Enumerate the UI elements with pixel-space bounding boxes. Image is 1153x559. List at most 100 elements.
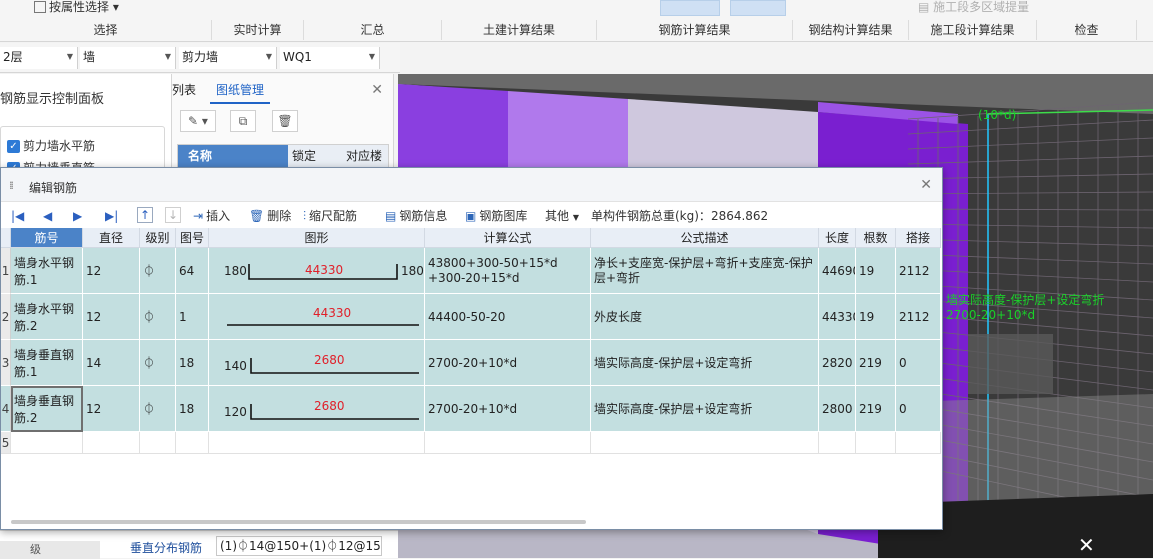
diameter-cell[interactable]: 12 <box>83 386 140 432</box>
table-row[interactable]: 2 墙身水平钢筋.2 12 ⏀ 1 44330 44400-50-20 外皮长度… <box>1 294 941 340</box>
shape-cell[interactable]: 180 44330 180 <box>209 248 425 294</box>
shape-cell[interactable]: 140 2680 <box>209 340 425 386</box>
diameter-cell[interactable]: 14 <box>83 340 140 386</box>
col-figure-no[interactable]: 图号 <box>176 228 209 248</box>
property-value-vertical-rebar[interactable]: (1)⏀14@150+(1)⏀12@150 <box>216 536 382 556</box>
count-cell[interactable] <box>856 432 896 454</box>
figure-no-cell[interactable]: 64 <box>176 248 209 294</box>
count-cell[interactable]: 19 <box>856 294 896 340</box>
table-row[interactable]: 3 墙身垂直钢筋.1 14 ⏀ 18 140 2680 2700-20+10*d… <box>1 340 941 386</box>
check-horizontal-rebar[interactable]: ✓ 剪力墙水平筋 <box>7 137 95 154</box>
move-up-icon[interactable]: ↑ <box>137 207 153 223</box>
delete-drawing-button[interactable]: 🗑 <box>272 110 298 132</box>
lap-cell[interactable] <box>896 432 941 454</box>
count-cell[interactable]: 19 <box>856 248 896 294</box>
shape-cell[interactable]: 120 2680 <box>209 386 425 432</box>
ribbon-highlight-button[interactable] <box>660 0 720 16</box>
figure-no-cell[interactable] <box>176 432 209 454</box>
close-icon[interactable]: ✕ <box>371 82 383 98</box>
delete-button[interactable]: 🗑 删除 <box>249 207 291 225</box>
other-menu-button[interactable]: 其他 ▼ <box>545 207 579 225</box>
formula-desc-cell[interactable]: 墙实际高度-保护层+设定弯折 <box>591 386 819 432</box>
bar-no-cell[interactable]: 墙身水平钢筋.2 <box>11 294 83 340</box>
col-formula[interactable]: 计算公式 <box>425 228 591 248</box>
formula-cell[interactable]: 43800+300-50+15*d +300-20+15*d <box>425 248 591 294</box>
length-cell[interactable]: 44330 <box>819 294 856 340</box>
col-diameter[interactable]: 直径(mm) <box>83 228 140 248</box>
count-cell[interactable]: 219 <box>856 386 896 432</box>
next-record-icon[interactable]: ▶ <box>73 207 82 225</box>
diameter-cell[interactable]: 12 <box>83 248 140 294</box>
rebar-library-button[interactable]: ▣ 钢筋图库 <box>465 207 527 225</box>
diameter-cell[interactable] <box>83 432 140 454</box>
formula-desc-cell[interactable] <box>591 432 819 454</box>
col-length[interactable]: 长度 <box>819 228 856 248</box>
shape-cell[interactable] <box>209 432 425 454</box>
horizontal-scrollbar[interactable] <box>11 520 586 524</box>
ribbon-highlight-button-2[interactable] <box>730 0 786 16</box>
formula-cell[interactable]: 44400-50-20 <box>425 294 591 340</box>
figure-no-cell[interactable]: 18 <box>176 340 209 386</box>
insert-button[interactable]: ⇥ 插入 <box>193 207 230 225</box>
tab-drawing-management[interactable]: 图纸管理 <box>210 78 271 104</box>
formula-desc-cell[interactable]: 墙实际高度-保护层+设定弯折 <box>591 340 819 386</box>
shape-cell[interactable]: 44330 <box>209 294 425 340</box>
first-record-icon[interactable]: |◀ <box>11 207 24 225</box>
figure-no-cell[interactable]: 18 <box>176 386 209 432</box>
diameter-cell[interactable]: 12 <box>83 294 140 340</box>
length-cell[interactable] <box>819 432 856 454</box>
copy-drawing-button[interactable]: ⧉ <box>230 110 256 132</box>
grade-cell[interactable]: ⏀ <box>140 340 176 386</box>
bar-no-cell[interactable]: 墙身垂直钢筋.1 <box>11 340 83 386</box>
col-bar-no[interactable]: 筋号 <box>11 228 83 248</box>
drag-handle-icon[interactable]: ⁞⁞ <box>9 179 14 192</box>
figure-no-cell[interactable]: 1 <box>176 294 209 340</box>
length-cell[interactable]: 2800 <box>819 386 856 432</box>
lap-cell[interactable]: 2112 <box>896 294 941 340</box>
col-shape[interactable]: 图形 <box>209 228 425 248</box>
bar-no-cell[interactable] <box>11 432 83 454</box>
formula-cell[interactable] <box>425 432 591 454</box>
grade-cell[interactable] <box>140 432 176 454</box>
col-lap[interactable]: 搭接 <box>896 228 941 248</box>
region-summary-button[interactable]: ▤ 施工段多区域提量 <box>918 0 1029 16</box>
lap-cell[interactable]: 0 <box>896 386 941 432</box>
bar-no-cell[interactable]: 墙身垂直钢筋.2 <box>11 386 83 432</box>
close-icon[interactable]: ✕ <box>920 177 932 193</box>
dialog-title-bar[interactable]: ⁞⁞ 编辑钢筋 ✕ <box>1 168 942 202</box>
col-formula-desc[interactable]: 公式描述 <box>591 228 819 248</box>
col-lock[interactable]: 锁定 <box>292 145 316 167</box>
table-row[interactable]: 4 墙身垂直钢筋.2 12 ⏀ 18 120 2680 2700-20+10*d… <box>1 386 941 432</box>
col-name[interactable]: 名称 <box>178 145 288 167</box>
grade-cell[interactable]: ⏀ <box>140 386 176 432</box>
component-select[interactable]: WQ1 ▼ <box>280 47 380 69</box>
floor-select[interactable]: 2层 ▼ <box>0 47 78 69</box>
type-select[interactable]: 剪力墙 ▼ <box>179 47 277 69</box>
col-count[interactable]: 根数 <box>856 228 896 248</box>
previous-record-icon[interactable]: ◀ <box>43 207 52 225</box>
formula-cell[interactable]: 2700-20+10*d <box>425 340 591 386</box>
category-select[interactable]: 墙 ▼ <box>80 47 176 69</box>
formula-desc-cell[interactable]: 外皮长度 <box>591 294 819 340</box>
table-row[interactable]: 1 墙身水平钢筋.1 12 ⏀ 64 180 44330 180 43800+3… <box>1 248 941 294</box>
formula-cell[interactable]: 2700-20+10*d <box>425 386 591 432</box>
lap-cell[interactable]: 2112 <box>896 248 941 294</box>
attr-select-button[interactable]: 按属性选择 ▾ <box>34 0 119 16</box>
last-record-icon[interactable]: ▶| <box>105 207 118 225</box>
bar-no-cell[interactable]: 墙身水平钢筋.1 <box>11 248 83 294</box>
rebar-info-button[interactable]: ▤ 钢筋信息 <box>385 207 447 225</box>
grade-cell[interactable]: ⏀ <box>140 294 176 340</box>
table-row-empty[interactable]: 5 <box>1 432 941 454</box>
grade-cell[interactable]: ⏀ <box>140 248 176 294</box>
col-grade[interactable]: 级别 <box>140 228 176 248</box>
scale-rebar-button[interactable]: ⫶ 缩尺配筋 <box>303 207 357 225</box>
count-cell[interactable]: 219 <box>856 340 896 386</box>
move-down-icon[interactable]: ↓ <box>165 207 181 223</box>
length-cell[interactable]: 2820 <box>819 340 856 386</box>
length-cell[interactable]: 44690 <box>819 248 856 294</box>
lap-cell[interactable]: 0 <box>896 340 941 386</box>
edit-drawing-button[interactable]: ✎ ▾ <box>180 110 216 132</box>
col-floor[interactable]: 对应楼 <box>346 145 382 167</box>
tab-list[interactable]: 列表 <box>172 78 196 104</box>
formula-desc-cell[interactable]: 净长+支座宽-保护层+弯折+支座宽-保护层+弯折 <box>591 248 819 294</box>
